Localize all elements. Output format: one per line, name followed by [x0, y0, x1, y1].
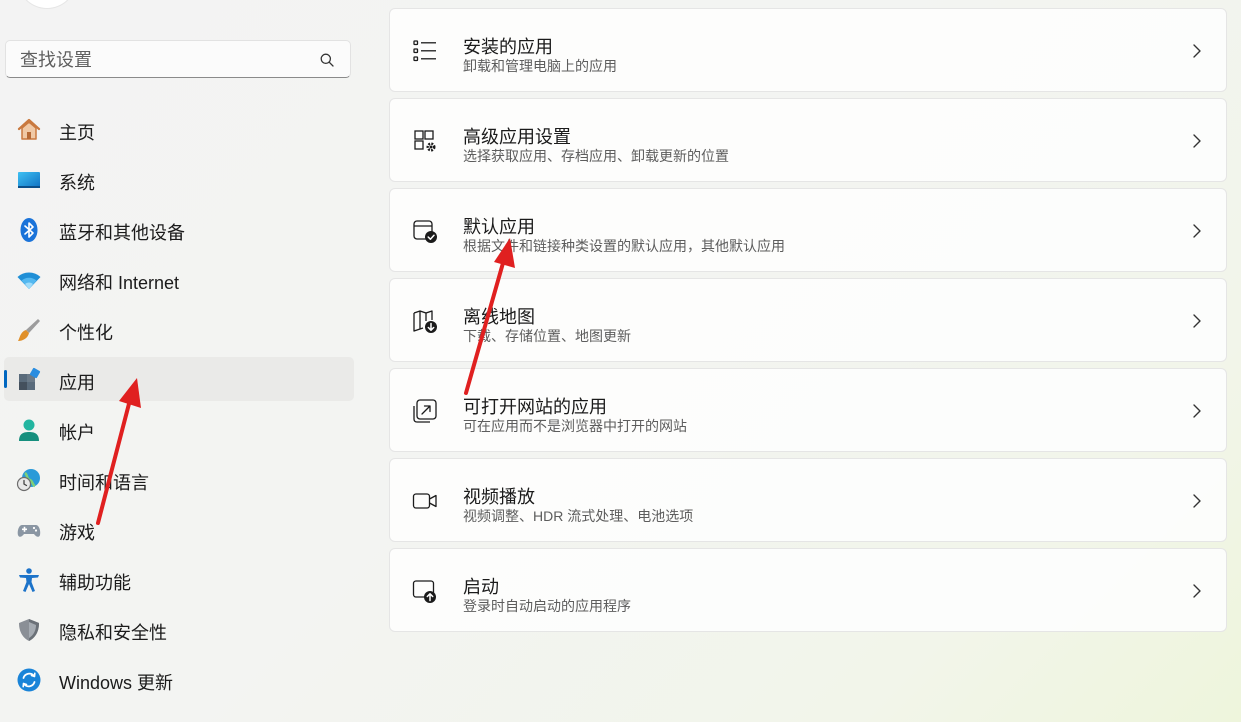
card-subtitle: 根据文件和链接种类设置的默认应用，其他默认应用 [463, 238, 785, 254]
advanced-app-settings-icon [414, 130, 436, 152]
sidebar-item-accessibility[interactable]: 辅助功能 [4, 557, 354, 601]
card-installed-apps[interactable]: 安装的应用 卸载和管理电脑上的应用 [389, 8, 1227, 92]
apps-icon [19, 367, 41, 390]
sidebar-item-home[interactable]: 主页 [4, 107, 354, 151]
sidebar-item-windows-update[interactable]: Windows 更新 [4, 657, 354, 701]
chevron-right-icon [1193, 44, 1201, 58]
chevron-right-icon [1193, 404, 1201, 418]
account-icon [19, 419, 39, 441]
shield-icon [19, 619, 39, 641]
user-avatar[interactable] [18, 0, 76, 8]
chevron-right-icon [1193, 314, 1201, 328]
accessibility-icon [19, 568, 39, 592]
sidebar-item-label: 个性化 [59, 323, 113, 343]
sidebar-item-label: 时间和语言 [59, 473, 149, 493]
card-subtitle: 选择获取应用、存档应用、卸载更新的位置 [463, 148, 729, 164]
sidebar-item-time-language[interactable]: 时间和语言 [4, 457, 354, 501]
card-apps-for-websites[interactable]: 可打开网站的应用 可在应用而不是浏览器中打开的网站 [389, 368, 1227, 452]
sidebar-item-label: 蓝牙和其他设备 [59, 223, 185, 243]
card-subtitle: 登录时自动启动的应用程序 [463, 598, 631, 614]
sidebar-item-label: 网络和 Internet [59, 273, 180, 293]
search-input[interactable] [18, 47, 312, 73]
card-subtitle: 可在应用而不是浏览器中打开的网站 [463, 418, 687, 434]
sidebar-item-gaming[interactable]: 游戏 [4, 507, 354, 551]
update-icon [17, 668, 41, 692]
sidebar-item-personalization[interactable]: 个性化 [4, 307, 354, 351]
gamepad-icon [17, 525, 41, 537]
video-camera-icon [412, 493, 437, 509]
search-icon[interactable] [320, 53, 334, 67]
card-startup[interactable]: 启动 登录时自动启动的应用程序 [389, 548, 1227, 632]
sidebar-item-label: Windows 更新 [59, 673, 174, 693]
card-subtitle: 下载、存储位置、地图更新 [463, 328, 631, 344]
bluetooth-icon [20, 218, 38, 242]
card-offline-maps[interactable]: 离线地图 下载、存储位置、地图更新 [389, 278, 1227, 362]
offline-map-icon [413, 310, 437, 333]
time-language-icon [16, 469, 40, 492]
sidebar-item-privacy-security[interactable]: 隐私和安全性 [4, 607, 354, 651]
sidebar-item-network[interactable]: 网络和 Internet [4, 257, 354, 301]
sidebar-item-apps[interactable]: 应用 [4, 357, 354, 401]
card-default-apps[interactable]: 默认应用 根据文件和链接种类设置的默认应用，其他默认应用 [389, 188, 1227, 272]
home-icon [17, 118, 41, 140]
sidebar-nav: 主页 系统 蓝牙和其他设备 网络和 Internet 个性化 应用 帐户 时间和… [4, 107, 354, 707]
chevron-right-icon [1193, 134, 1201, 148]
default-apps-icon [413, 220, 437, 243]
sidebar-item-label: 隐私和安全性 [59, 623, 167, 643]
brush-icon [18, 319, 40, 341]
startup-icon [412, 580, 436, 603]
card-advanced-app-settings[interactable]: 高级应用设置 选择获取应用、存档应用、卸载更新的位置 [389, 98, 1227, 182]
sidebar-item-label: 主页 [59, 123, 95, 143]
sidebar-item-label: 游戏 [59, 523, 95, 543]
chevron-right-icon [1193, 584, 1201, 598]
list-icon [413, 40, 436, 62]
sidebar-item-label: 系统 [59, 173, 95, 193]
open-website-icon [413, 399, 437, 423]
sidebar-item-accounts[interactable]: 帐户 [4, 407, 354, 451]
sidebar-item-label: 辅助功能 [59, 573, 131, 593]
apps-settings-list: 安装的应用 卸载和管理电脑上的应用 高级应用设置 选择获取应用、存档应用、卸载更… [389, 8, 1227, 638]
wifi-icon [17, 272, 41, 289]
settings-search-box[interactable] [5, 40, 351, 78]
chevron-right-icon [1193, 224, 1201, 238]
sidebar-item-bluetooth[interactable]: 蓝牙和其他设备 [4, 207, 354, 251]
sidebar-item-system[interactable]: 系统 [4, 157, 354, 201]
sidebar-item-label: 应用 [59, 373, 95, 393]
chevron-right-icon [1193, 494, 1201, 508]
card-subtitle: 卸载和管理电脑上的应用 [463, 58, 617, 74]
card-subtitle: 视频调整、HDR 流式处理、电池选项 [463, 508, 694, 524]
card-video-playback[interactable]: 视频播放 视频调整、HDR 流式处理、电池选项 [389, 458, 1227, 542]
system-icon [18, 172, 40, 188]
sidebar-item-label: 帐户 [59, 423, 95, 443]
